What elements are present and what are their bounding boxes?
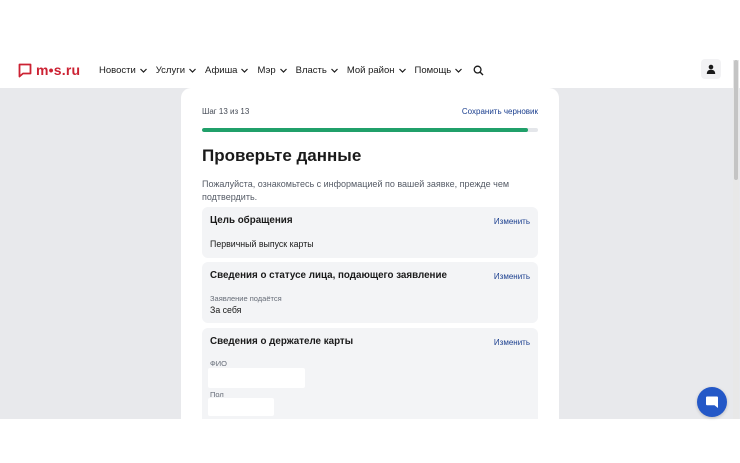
page-scrollbar[interactable]: [733, 60, 739, 419]
user-account-button[interactable]: [701, 59, 721, 79]
user-icon: [706, 64, 716, 74]
section-title: Цель обращения: [210, 215, 293, 226]
edit-applicant-status-link[interactable]: Изменить: [494, 272, 530, 281]
section-value: За себя: [210, 305, 242, 315]
site-header: m•s.ru Новости Услуги Афиша Мэр Власть М…: [0, 52, 740, 88]
chevron-down-icon: [398, 68, 406, 73]
save-draft-link[interactable]: Сохранить черновик: [462, 107, 538, 116]
nav-item-label: Мой район: [346, 65, 395, 76]
page-title: Проверьте данные: [202, 146, 362, 165]
fio-label: ФИО: [210, 359, 227, 368]
section-purpose: Цель обращения Изменить Первичный выпуск…: [202, 207, 538, 258]
section-title: Сведения о статусе лица, подающего заявл…: [210, 270, 447, 281]
section-value: Первичный выпуск карты: [210, 239, 314, 249]
section-label: Заявление подаётся: [210, 294, 282, 303]
chat-icon: [706, 396, 718, 408]
nav-item-afisha[interactable]: Афиша: [205, 65, 249, 76]
nav-item-news[interactable]: Новости: [99, 65, 148, 76]
search-icon[interactable]: [473, 65, 484, 76]
main-nav: Новости Услуги Афиша Мэр Власть Мой райо…: [99, 65, 484, 76]
page-description: Пожалуйста, ознакомьтесь с информацией п…: [202, 179, 510, 202]
section-applicant-status: Сведения о статусе лица, подающего заявл…: [202, 262, 538, 323]
nav-item-label: Новости: [99, 65, 136, 76]
form-card: Шаг 13 из 13 Сохранить черновик Проверьт…: [181, 88, 559, 419]
nav-item-label: Власть: [295, 65, 327, 76]
nav-item-label: Услуги: [155, 65, 185, 76]
progress-bar-fill: [202, 128, 528, 132]
nav-item-label: Афиша: [205, 65, 238, 76]
chevron-down-icon: [455, 68, 463, 73]
chevron-down-icon: [189, 68, 196, 73]
logo-text: m•s.ru: [36, 62, 81, 78]
scrollbar-thumb[interactable]: [734, 60, 738, 180]
chevron-down-icon: [279, 68, 287, 73]
nav-item-label: Мэр: [257, 65, 276, 76]
nav-item-label: Помощь: [414, 65, 452, 76]
step-indicator: Шаг 13 из 13: [202, 107, 250, 116]
nav-item-government[interactable]: Власть: [296, 65, 339, 76]
section-title: Сведения о держателе карты: [210, 336, 354, 347]
edit-cardholder-link[interactable]: Изменить: [494, 338, 530, 347]
nav-item-help[interactable]: Помощь: [415, 65, 464, 76]
chat-button[interactable]: [697, 387, 727, 417]
section-cardholder: Сведения о держателе карты Изменить ФИО …: [202, 328, 538, 419]
gender-value-redacted: [208, 398, 274, 416]
chevron-down-icon: [330, 68, 338, 73]
chevron-down-icon: [241, 68, 249, 73]
progress-bar: [202, 128, 538, 132]
nav-item-mayor[interactable]: Мэр: [257, 65, 287, 76]
nav-item-services[interactable]: Услуги: [156, 65, 197, 76]
edit-purpose-link[interactable]: Изменить: [494, 217, 530, 226]
nav-item-my-district[interactable]: Мой район: [347, 65, 407, 76]
logo-icon: [18, 63, 32, 77]
fio-value-redacted: [208, 368, 305, 388]
site-logo[interactable]: m•s.ru: [18, 62, 80, 78]
chevron-down-icon: [139, 68, 147, 73]
